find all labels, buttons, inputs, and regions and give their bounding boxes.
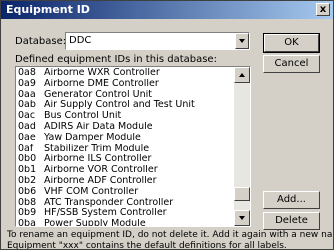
list-item[interactable]: 0b6 VHF COM Controller: [18, 187, 232, 198]
equipment-name: Airborne VOR Controller: [44, 165, 158, 176]
database-select[interactable]: DDC: [65, 32, 250, 50]
list-item[interactable]: 0b2 Airborne ADF Controller: [18, 176, 232, 187]
list-rows: 0a8 Airborne WXR Controller 0a9 Airborne DM…: [18, 68, 232, 227]
scroll-thumb[interactable]: [234, 187, 250, 201]
equipment-code: 0ad: [18, 121, 36, 132]
equipment-name: HF/SSB System Controller: [44, 208, 167, 219]
scroll-down-button[interactable]: [234, 210, 250, 226]
list-item[interactable]: 0b1 Airborne VOR Controller: [18, 165, 232, 176]
list-item[interactable]: 0b0 Airborne ILS Controller: [18, 154, 232, 165]
ok-button[interactable]: OK: [263, 33, 320, 53]
list-item[interactable]: 0ba Power Supply Module: [18, 219, 232, 227]
add-button[interactable]: Add...: [263, 191, 320, 209]
close-button[interactable]: x: [316, 3, 330, 16]
equipment-name: Bus Control Unit: [44, 111, 122, 122]
equipment-name: Airborne DME Controller: [44, 78, 159, 89]
equipment-code: 0b8: [18, 197, 37, 208]
equipment-name: Stabilizer Trim Module: [44, 143, 150, 154]
list-item[interactable]: 0b9 HF/SSB System Controller: [18, 208, 232, 219]
database-value: DDC: [69, 35, 92, 46]
equipment-name: Generator Control Unit: [44, 89, 152, 100]
equipment-code: 0a8: [18, 68, 36, 78]
equipment-code: 0b9: [18, 208, 37, 219]
equipment-id-dialog: Equipment ID x Database: DDC OK Cancel D…: [0, 0, 334, 250]
equipment-id-list[interactable]: 0a8 Airborne WXR Controller 0a9 Airborne DM…: [15, 66, 251, 227]
delete-button[interactable]: Delete: [263, 212, 320, 230]
list-item[interactable]: 0af Stabilizer Trim Module: [18, 144, 232, 155]
list-item[interactable]: 0aa Generator Control Unit: [18, 90, 232, 101]
database-label: Database:: [15, 36, 67, 47]
equipment-name: ATC Transponder Controller: [44, 197, 174, 208]
equipment-code: 0b0: [18, 154, 37, 165]
equipment-code: 0ab: [18, 100, 36, 111]
default-equipment-hint: Equipment "xxx" contains the default def…: [7, 241, 287, 250]
cancel-button[interactable]: Cancel: [263, 55, 320, 73]
list-item[interactable]: 0ad ADIRS Air Data Module: [18, 122, 232, 133]
equipment-name: Yaw Damper Module: [44, 132, 141, 143]
equipment-name: ADIRS Air Data Module: [44, 121, 153, 132]
equipment-name: Airborne ADF Controller: [44, 175, 157, 186]
equipment-code: 0a9: [18, 78, 36, 89]
arrow-up-icon: [239, 73, 245, 77]
equipment-name: Airborne WXR Controller: [44, 68, 160, 78]
list-item[interactable]: 0a9 Airborne DME Controller: [18, 79, 232, 90]
equipment-name: VHF COM Controller: [44, 186, 139, 197]
equipment-code: 0b1: [18, 165, 37, 176]
equipment-code: 0af: [18, 143, 34, 154]
vertical-scrollbar[interactable]: [234, 67, 250, 226]
list-item[interactable]: 0a8 Airborne WXR Controller: [18, 68, 232, 79]
equipment-code: 0b2: [18, 175, 37, 186]
list-item[interactable]: 0ae Yaw Damper Module: [18, 133, 232, 144]
equipment-name: Power Supply Module: [44, 219, 146, 227]
list-label: Defined equipment IDs in this database:: [15, 54, 217, 65]
equipment-name: Airborne ILS Controller: [44, 154, 152, 165]
list-item[interactable]: 0ac Bus Control Unit: [18, 111, 232, 122]
equipment-name: Air Supply Control and Test Unit: [44, 100, 195, 111]
equipment-code: 0ae: [18, 132, 36, 143]
equipment-code: 0b6: [18, 186, 37, 197]
chevron-down-icon[interactable]: [235, 33, 249, 49]
list-item[interactable]: 0b8 ATC Transponder Controller: [18, 198, 232, 209]
rename-hint: To rename an equipment ID, do not delete…: [7, 230, 334, 240]
title-bar: Equipment ID x: [1, 1, 333, 19]
list-item[interactable]: 0ab Air Supply Control and Test Unit: [18, 100, 232, 111]
scroll-up-button[interactable]: [234, 67, 250, 83]
equipment-code: 0aa: [18, 89, 36, 100]
arrow-down-icon: [239, 216, 245, 220]
dialog-title: Equipment ID: [6, 3, 90, 16]
equipment-code: 0ba: [18, 219, 36, 227]
equipment-code: 0ac: [18, 111, 36, 122]
